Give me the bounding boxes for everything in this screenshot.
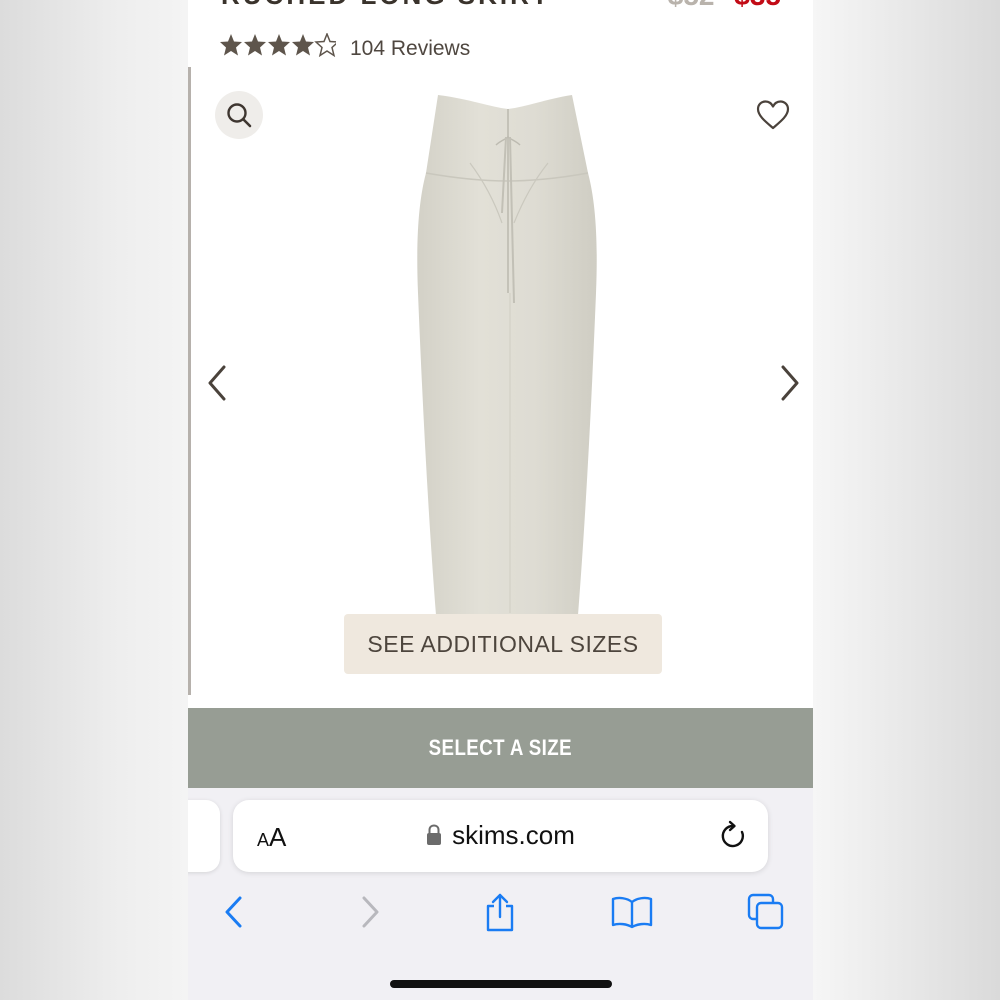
tabs-button[interactable] xyxy=(744,890,788,934)
address-bar[interactable]: AA skims.com xyxy=(233,800,768,872)
reload-icon[interactable] xyxy=(718,820,748,852)
chevron-left-icon[interactable] xyxy=(205,363,229,403)
tabs-icon xyxy=(747,893,784,930)
select-size-button[interactable]: SELECT A SIZE xyxy=(188,708,813,788)
rating-row[interactable]: 104 Reviews xyxy=(220,31,470,64)
product-image xyxy=(417,95,597,615)
share-button[interactable] xyxy=(478,890,522,934)
see-additional-sizes-button[interactable]: SEE ADDITIONAL SIZES xyxy=(344,614,662,674)
forward-icon xyxy=(362,896,379,928)
back-icon xyxy=(225,896,242,928)
product-image-gallery[interactable]: SEE ADDITIONAL SIZES xyxy=(188,67,813,695)
lock-icon xyxy=(427,824,442,845)
url-display[interactable]: skims.com xyxy=(233,820,768,851)
bookmarks-button[interactable] xyxy=(610,890,654,934)
browser-toolbar: AA skims.com xyxy=(188,788,813,1000)
search-icon xyxy=(227,103,252,128)
star-rating xyxy=(220,31,340,64)
select-size-label: SELECT A SIZE xyxy=(428,735,573,760)
reviews-link[interactable]: 104 Reviews xyxy=(350,37,470,61)
back-button[interactable] xyxy=(212,890,256,934)
share-icon xyxy=(486,893,514,932)
heart-icon[interactable] xyxy=(756,99,790,131)
product-price: $52 $35 xyxy=(668,0,781,12)
bookmarks-icon xyxy=(611,896,653,929)
stars-icon xyxy=(220,31,340,58)
phone-screen: RUCHED LONG SKIRT $52 $35 104 Reviews xyxy=(188,0,813,1000)
home-indicator[interactable] xyxy=(390,980,612,988)
previous-tab-card[interactable] xyxy=(188,800,220,872)
product-title: RUCHED LONG SKIRT xyxy=(221,0,551,11)
browser-nav-row xyxy=(188,880,813,944)
sale-price: $35 xyxy=(734,0,781,11)
forward-button[interactable] xyxy=(348,890,392,934)
url-text: skims.com xyxy=(452,820,575,850)
zoom-button[interactable] xyxy=(215,91,263,139)
original-price: $52 xyxy=(668,0,715,11)
chevron-right-icon[interactable] xyxy=(778,363,802,403)
